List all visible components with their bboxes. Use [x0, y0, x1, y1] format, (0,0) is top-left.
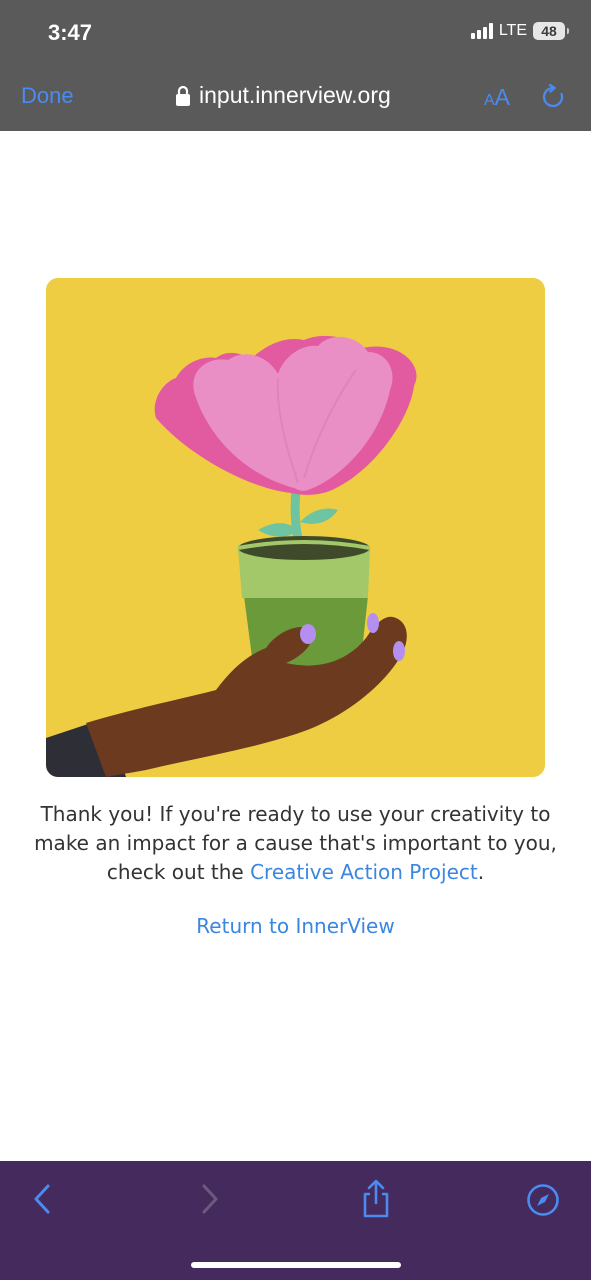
status-bar: 3:47 LTE 48 — [0, 0, 591, 64]
browser-toolbar: Done input.innerview.org AA — [0, 64, 591, 131]
text-size-big-label: A — [494, 84, 511, 110]
home-indicator — [191, 1262, 401, 1268]
url-display[interactable]: input.innerview.org — [175, 82, 391, 109]
forward-icon[interactable] — [198, 1183, 222, 1215]
back-icon[interactable] — [30, 1183, 54, 1215]
return-to-innerview-link[interactable]: Return to InnerView — [0, 914, 591, 938]
text-size-button[interactable]: AA — [484, 84, 510, 111]
done-button[interactable]: Done — [21, 83, 74, 109]
thank-you-message: Thank you! If you're ready to use your c… — [30, 800, 561, 887]
compass-icon[interactable] — [526, 1183, 560, 1217]
creative-action-project-link[interactable]: Creative Action Project — [250, 860, 478, 884]
reload-icon[interactable] — [540, 84, 566, 110]
battery-icon: 48 — [533, 22, 569, 40]
url-text: input.innerview.org — [199, 82, 391, 108]
flower-icon — [154, 335, 417, 495]
share-icon[interactable] — [360, 1177, 392, 1219]
flower-pot-illustration — [46, 278, 545, 777]
network-label: LTE — [498, 22, 527, 39]
lock-icon — [176, 85, 190, 106]
message-end: . — [477, 860, 485, 884]
status-indicators: LTE 48 — [470, 22, 569, 40]
status-time: 3:47 — [48, 20, 93, 45]
signal-icon — [470, 23, 493, 39]
text-size-small-label: A — [484, 92, 495, 109]
illustration-svg — [46, 335, 417, 777]
